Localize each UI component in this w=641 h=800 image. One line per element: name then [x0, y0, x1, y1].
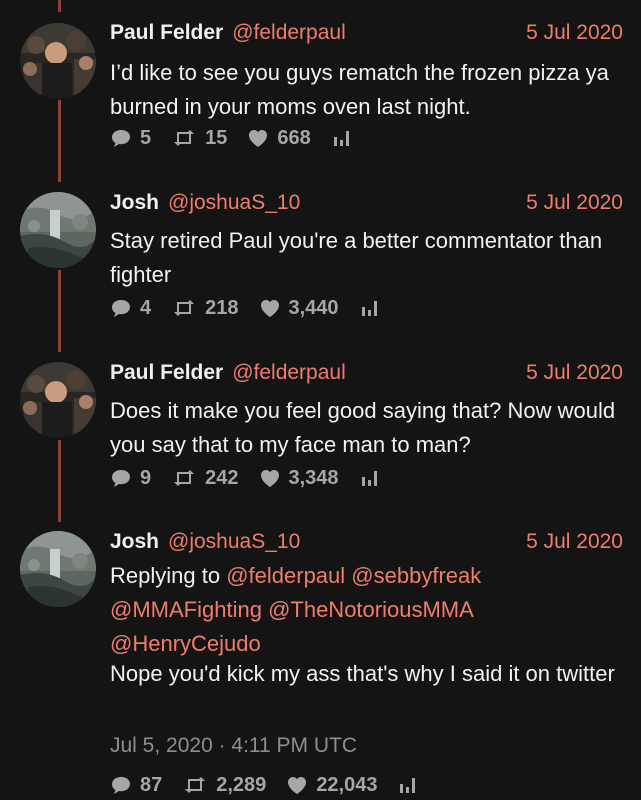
tweet-header: Josh @joshuaS_10 5 Jul 2020	[110, 527, 623, 557]
avatar[interactable]	[20, 23, 96, 99]
user-handle[interactable]: @joshuaS_10	[168, 527, 300, 557]
tweet-stats: 4 218 3,440	[110, 293, 407, 323]
retweet-icon	[174, 300, 195, 316]
reply-count: 5	[140, 126, 152, 149]
like-icon	[249, 130, 268, 147]
display-name[interactable]: Paul Felder	[110, 18, 223, 48]
reply-icon	[112, 470, 130, 487]
like-button[interactable]: 3,348	[259, 467, 339, 490]
display-name[interactable]: Josh	[110, 188, 159, 218]
analytics-button[interactable]	[359, 469, 387, 487]
like-button[interactable]: 668	[247, 126, 311, 150]
analytics-icon	[361, 471, 377, 486]
analytics-button[interactable]	[359, 299, 387, 317]
tweet[interactable]: Paul Felder @felderpaul 5 Jul 2020 I’d l…	[0, 18, 641, 168]
reply-button[interactable]: 9	[110, 467, 151, 490]
retweet-count: 242	[205, 466, 239, 489]
reply-icon	[112, 300, 130, 317]
tweet-stats: 87 2,289 22,043	[110, 770, 445, 800]
tweet-text: Does it make you feel good saying that? …	[110, 398, 616, 457]
retweet-button[interactable]: 2,289	[182, 774, 266, 797]
reply-count: 4	[140, 296, 152, 319]
mention-link[interactable]: @felderpaul	[226, 563, 345, 588]
like-icon	[288, 777, 307, 794]
tweet[interactable]: Paul Felder @felderpaul 5 Jul 2020 Does …	[0, 358, 641, 508]
like-count: 668	[277, 126, 311, 149]
tweet-timestamp[interactable]: Jul 5, 2020 · 4:11 PM UTC	[110, 734, 357, 758]
retweet-button[interactable]: 15	[171, 127, 227, 150]
replying-label: Replying to	[110, 563, 221, 588]
like-count: 3,348	[288, 466, 339, 489]
reply-button[interactable]: 87	[110, 774, 162, 797]
tweet-date[interactable]: 5 Jul 2020	[526, 188, 623, 218]
tweet-date[interactable]: 5 Jul 2020	[526, 358, 623, 388]
user-handle[interactable]: @joshuaS_10	[168, 188, 300, 218]
analytics-button[interactable]	[331, 129, 359, 147]
tweet-thread: Paul Felder @felderpaul 5 Jul 2020 I’d l…	[0, 0, 641, 800]
tweet-date[interactable]: 5 Jul 2020	[526, 527, 623, 557]
retweet-icon	[185, 777, 206, 793]
tweet-text: Stay retired Paul you're a better commen…	[110, 228, 603, 287]
reply-icon	[112, 777, 130, 794]
user-handle[interactable]: @felderpaul	[232, 358, 346, 388]
retweet-count: 218	[205, 296, 239, 319]
tweet-main[interactable]: Josh @joshuaS_10 5 Jul 2020 Replying to …	[0, 527, 641, 800]
tweet-stats: 9 242 3,348	[110, 463, 407, 493]
retweet-button[interactable]: 218	[171, 296, 239, 320]
replying-to: Replying to @felderpaul @sebbyfreak @MMA…	[110, 559, 623, 661]
like-count: 22,043	[316, 773, 378, 796]
mention-link[interactable]: @TheNotoriousMMA	[268, 597, 474, 622]
avatar[interactable]	[20, 192, 96, 268]
tweet-header: Paul Felder @felderpaul 5 Jul 2020	[110, 18, 623, 48]
like-button[interactable]: 3,440	[259, 297, 339, 320]
retweet-icon	[174, 130, 195, 146]
retweet-icon	[174, 470, 195, 486]
reply-button[interactable]: 4	[110, 297, 151, 320]
analytics-icon	[333, 131, 349, 146]
avatar[interactable]	[20, 531, 96, 607]
reply-count: 87	[140, 773, 163, 796]
mention-link[interactable]: @sebbyfreak	[351, 563, 481, 588]
tweet-date[interactable]: 5 Jul 2020	[526, 18, 623, 48]
reply-icon	[112, 130, 130, 147]
retweet-count: 15	[205, 126, 228, 149]
mention-link[interactable]: @HenryCejudo	[110, 631, 261, 656]
retweet-count: 2,289	[216, 773, 267, 796]
tweet-text: I’d like to see you guys rematch the fro…	[110, 60, 609, 119]
retweet-button[interactable]: 242	[171, 466, 239, 490]
reply-button[interactable]: 5	[110, 127, 151, 150]
display-name[interactable]: Josh	[110, 527, 159, 557]
reply-count: 9	[140, 466, 152, 489]
like-icon	[260, 470, 279, 487]
tweet-text: Nope you'd kick my ass that's why I said…	[110, 661, 615, 686]
tweet-header: Josh @joshuaS_10 5 Jul 2020	[110, 188, 623, 218]
display-name[interactable]: Paul Felder	[110, 358, 223, 388]
thread-line	[58, 0, 61, 12]
avatar[interactable]	[20, 362, 96, 438]
tweet-stats: 5 15 668	[110, 123, 379, 153]
analytics-button[interactable]	[397, 776, 425, 794]
analytics-icon	[400, 778, 416, 793]
like-button[interactable]: 22,043	[286, 774, 377, 797]
user-handle[interactable]: @felderpaul	[232, 18, 346, 48]
tweet[interactable]: Josh @joshuaS_10 5 Jul 2020 Stay retired…	[0, 188, 641, 338]
tweet-header: Paul Felder @felderpaul 5 Jul 2020	[110, 358, 623, 388]
like-count: 3,440	[288, 296, 339, 319]
mention-link[interactable]: @MMAFighting	[110, 597, 262, 622]
like-icon	[260, 300, 279, 317]
analytics-icon	[361, 301, 377, 316]
